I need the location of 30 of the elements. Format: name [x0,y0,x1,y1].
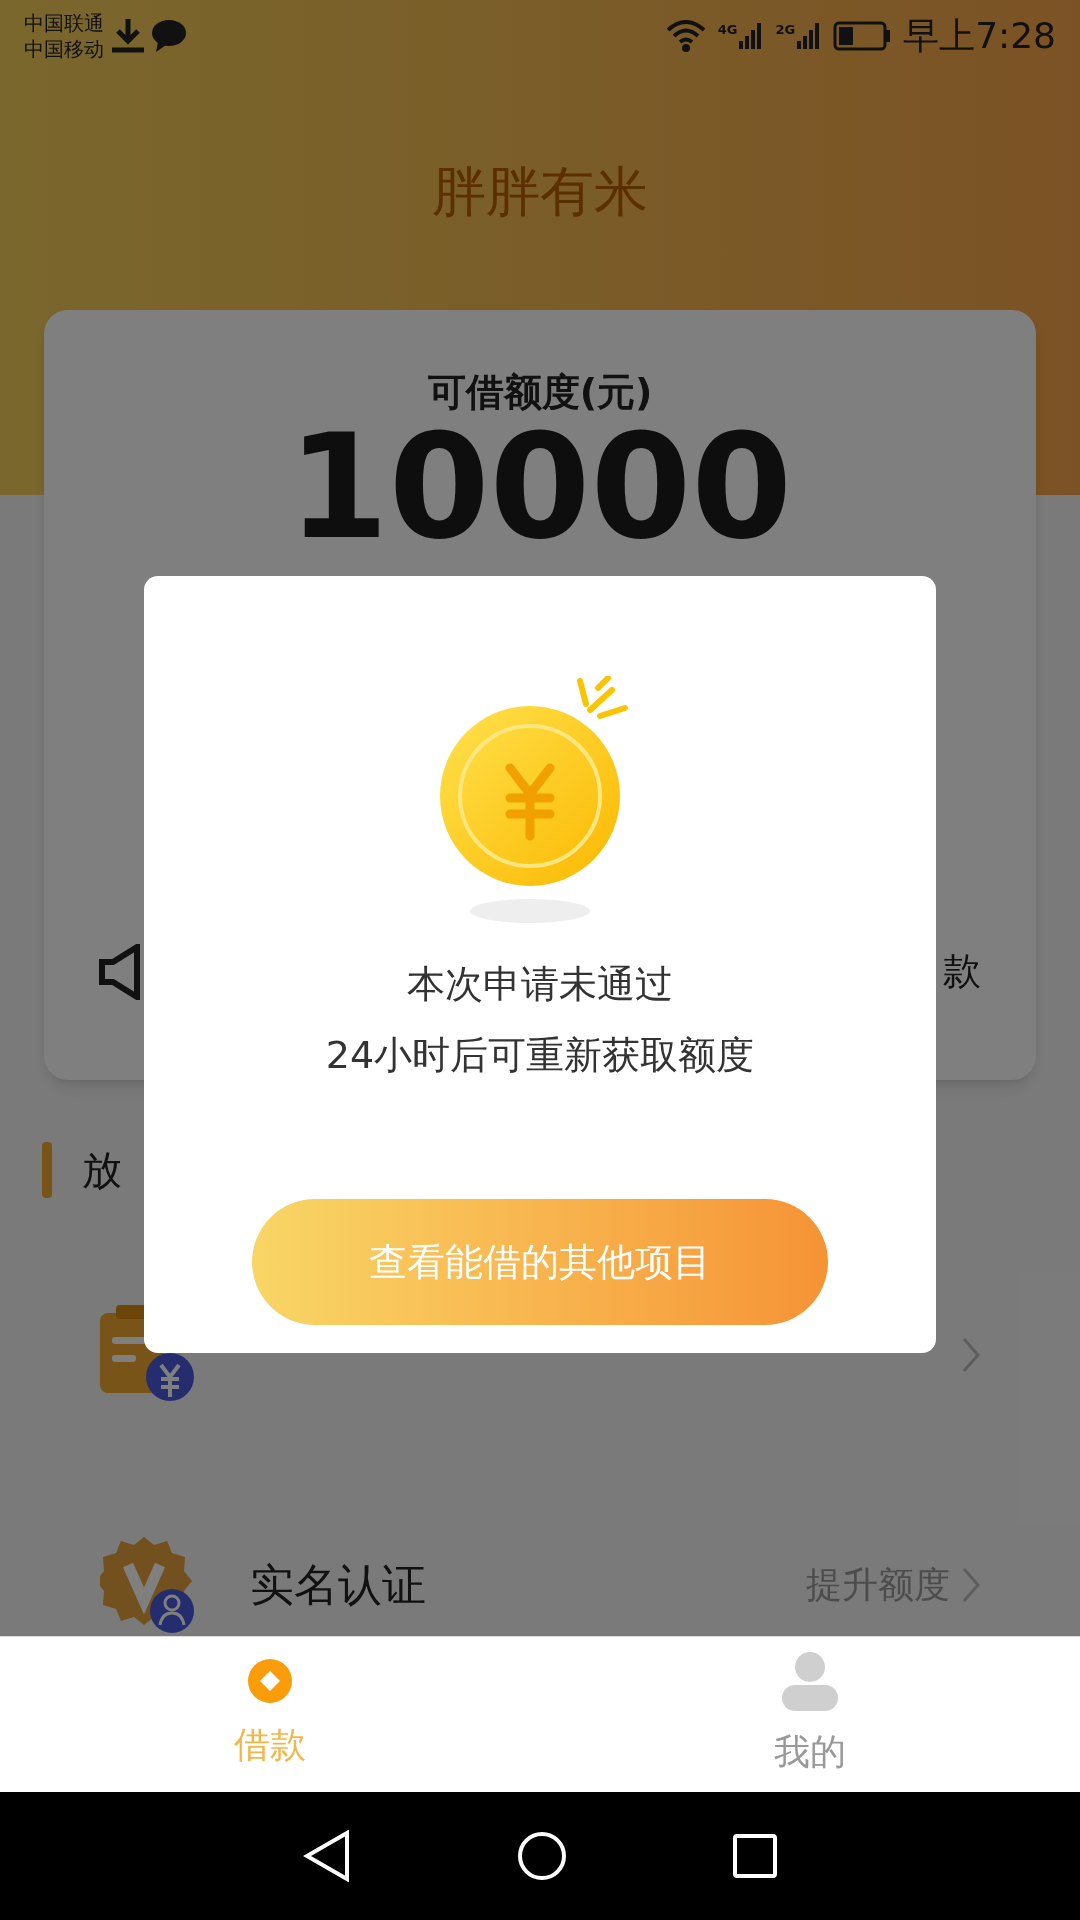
nav-tab[interactable]: 借款 [0,1637,540,1792]
battery-icon [833,21,892,51]
nav-tab[interactable]: 我的 [540,1637,1080,1792]
dialog-message: 24小时后可重新获取额度 [325,1032,755,1079]
menu-title: 实名认证 [250,1558,426,1612]
home-icon[interactable] [517,1831,567,1881]
chevron-icon [962,1337,980,1373]
credit-amount: 10000 [287,414,793,559]
credit-label: 可借额度(元) [427,370,653,414]
recents-icon[interactable] [733,1834,777,1878]
speaker-icon [99,943,141,1000]
back-icon[interactable] [303,1830,351,1882]
coin-icon [247,1657,293,1704]
section-title: 放 [82,1146,122,1195]
signal-icon [739,23,764,49]
notice-text: 款 [943,948,981,995]
dialog-message: 本次申请未通过 [407,961,673,1008]
carrier-name: 中国移动 [24,36,104,62]
other-projects-button[interactable]: 查看能借的其他项目 [252,1199,828,1325]
network-type: 2G [775,23,796,36]
network-type: 4G [717,23,738,36]
chat-icon [152,20,186,52]
wifi-icon [665,20,706,52]
person-icon [782,1650,838,1711]
signal-icon [797,23,822,49]
chevron-icon [962,1567,980,1603]
clock-time: 早上7:28 [903,14,1056,58]
download-icon [112,19,144,53]
section-marker [42,1142,52,1198]
carrier-name: 中国联通 [24,10,104,36]
